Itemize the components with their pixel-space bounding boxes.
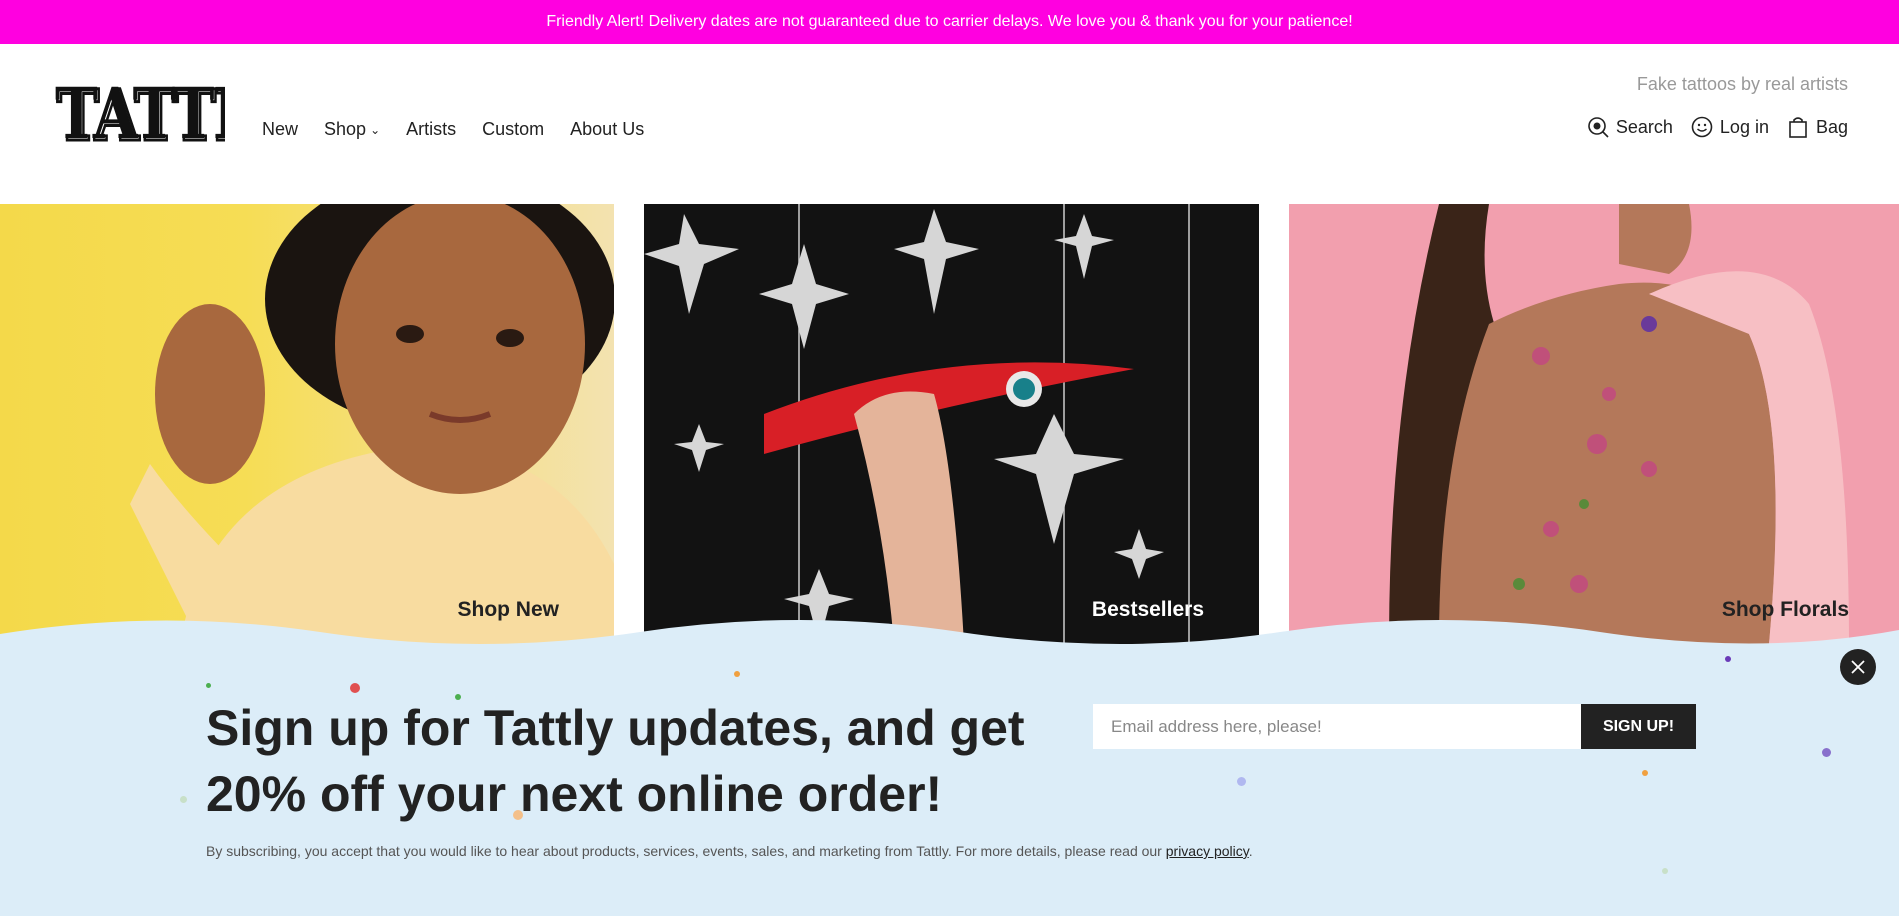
- login-label: Log in: [1719, 116, 1769, 137]
- girl-photo: [130, 204, 614, 644]
- confetti-dot: [1237, 777, 1246, 786]
- email-input[interactable]: [1093, 704, 1581, 749]
- nav-artists-label: Artists: [406, 119, 457, 139]
- confetti-dot: [206, 683, 211, 688]
- logo-text: TATTLY: [55, 76, 225, 148]
- nav-shop[interactable]: Shop ⌄: [324, 119, 380, 140]
- bag-icon: [1789, 117, 1807, 138]
- tattly-logo[interactable]: TATTLY TATTLY: [55, 76, 225, 148]
- bag-button[interactable]: Bag: [1787, 116, 1848, 138]
- confetti-dot: [350, 683, 360, 693]
- confetti-dot: [180, 796, 187, 803]
- nav-custom[interactable]: Custom: [482, 119, 544, 140]
- nav-custom-label: Custom: [482, 119, 545, 139]
- smiley-icon: [1691, 116, 1713, 138]
- bag-label: Bag: [1815, 116, 1848, 137]
- login-button[interactable]: Log in: [1691, 116, 1769, 138]
- nav-shop-label: Shop: [324, 119, 367, 139]
- nav-about-us[interactable]: About Us: [570, 119, 644, 140]
- confetti-dot: [734, 671, 740, 677]
- rocket-photo: [644, 204, 1190, 644]
- utility-nav: Search Log in Bag: [1587, 116, 1848, 138]
- nav-new[interactable]: New: [262, 119, 298, 140]
- close-icon: [1851, 660, 1865, 674]
- tagline: Fake tattoos by real artists: [1636, 74, 1848, 94]
- tile-bestsellers[interactable]: Bestsellers: [644, 204, 1259, 644]
- alert-text: Friendly Alert! Delivery dates are not g…: [546, 13, 1353, 30]
- search-button[interactable]: Search: [1587, 116, 1673, 138]
- chevron-down-icon: ⌄: [370, 122, 381, 137]
- alert-banner: Friendly Alert! Delivery dates are not g…: [0, 0, 1899, 44]
- confetti-dot: [1642, 770, 1648, 776]
- confetti-dot: [1725, 656, 1731, 662]
- privacy-policy-link[interactable]: privacy policy: [1166, 843, 1249, 859]
- search-icon: [1588, 117, 1609, 138]
- confetti-dot: [1822, 748, 1831, 757]
- site-header: TATTLY TATTLY New Shop ⌄ Artists Custom …: [0, 44, 1899, 204]
- nav-about-label: About Us: [570, 119, 645, 139]
- category-tiles: Shop New Bestsellers Shop Florals: [0, 204, 1899, 644]
- tile-shop-florals[interactable]: Shop Florals: [1289, 204, 1899, 644]
- disclaimer-end: .: [1248, 843, 1253, 859]
- shoulder-photo: [1389, 204, 1849, 644]
- tile-shop-new[interactable]: Shop New: [0, 204, 614, 644]
- close-popup-button[interactable]: [1840, 649, 1876, 685]
- nav-new-label: New: [262, 119, 299, 139]
- disclaimer-text: By subscribing, you accept that you woul…: [206, 843, 1166, 859]
- signup-disclaimer: By subscribing, you accept that you woul…: [206, 843, 1253, 859]
- nav-artists[interactable]: Artists: [406, 119, 456, 140]
- confetti-dot: [1662, 868, 1668, 874]
- search-label: Search: [1615, 116, 1673, 137]
- main-nav: New Shop ⌄ Artists Custom About Us: [262, 119, 644, 140]
- signup-button[interactable]: SIGN UP!: [1581, 704, 1696, 749]
- signup-heading: Sign up for Tattly updates, and get 20% …: [206, 700, 1025, 822]
